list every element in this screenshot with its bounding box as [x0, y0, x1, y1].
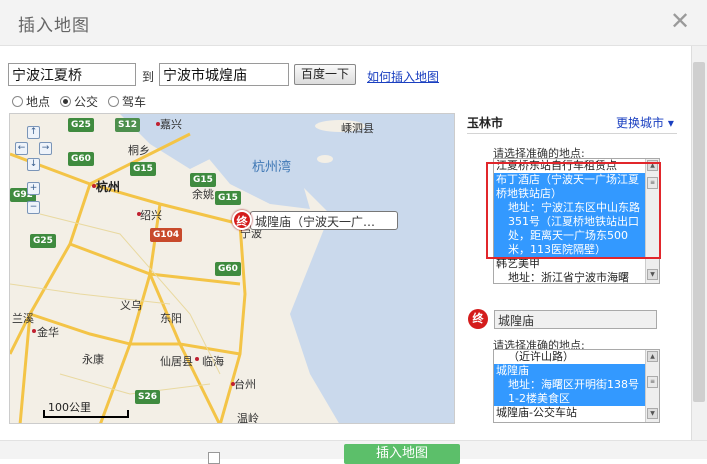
pan-up-icon[interactable]: ↑: [27, 126, 40, 139]
list-item[interactable]: 韩艺美甲: [494, 257, 646, 271]
city-dot: [137, 212, 141, 216]
option-checkbox[interactable]: [208, 452, 220, 464]
city-dot: [32, 329, 36, 333]
to-label: 到: [142, 70, 155, 84]
close-icon[interactable]: ✕: [668, 9, 692, 33]
place-label: 兰溪: [12, 312, 34, 325]
scroll-up-icon[interactable]: ▲: [647, 351, 658, 362]
dialog-header: [0, 0, 707, 46]
list-item[interactable]: 城隍庙-公交车站: [494, 406, 646, 420]
place-label: 绍兴: [140, 209, 162, 222]
list-scrollbar[interactable]: ▲ ≡ ▼: [645, 350, 659, 422]
highway-shield: S12: [115, 118, 141, 132]
list-item-address: 地址：浙江省宁波市海曙: [508, 271, 629, 284]
place-label: 杭州: [96, 180, 121, 194]
highway-shield: G15: [190, 173, 216, 187]
mode-bus-label: 公交: [74, 95, 99, 109]
place-label: 余姚: [192, 188, 214, 201]
highway-shield: G25: [68, 118, 94, 132]
place-label: 温岭: [237, 412, 259, 424]
end-field[interactable]: 城隍庙: [494, 310, 657, 329]
list-item[interactable]: 地址：海曙区开明街138号1-2楼美食区: [494, 378, 646, 406]
start-input[interactable]: [8, 63, 136, 86]
list-item[interactable]: （近许山路）: [494, 350, 646, 364]
list-item[interactable]: 地址：浙江省宁波市海曙: [494, 271, 646, 284]
end-pin-icon[interactable]: 终: [232, 210, 252, 230]
mode-place[interactable]: 地点: [12, 93, 50, 110]
radio-bus: [60, 96, 71, 107]
highway-shield: G15: [130, 162, 156, 176]
city-name: 玉林市: [467, 116, 504, 130]
end-input[interactable]: [159, 63, 289, 86]
list-item[interactable]: 城隍庙: [494, 364, 646, 378]
place-label: 仙居县: [160, 355, 193, 368]
highway-shield: S26: [135, 390, 161, 404]
callout-extra: （宁波天一广…: [291, 215, 376, 229]
pan-down-icon[interactable]: ↓: [27, 158, 40, 171]
dialog-title: 插入地图: [18, 16, 90, 36]
end-options-list[interactable]: （近许山路） 城隍庙 地址：海曙区开明街138号1-2楼美食区 城隍庙-公交车站…: [493, 349, 660, 423]
place-label: 嵊泗县: [341, 122, 374, 135]
divider: [467, 133, 677, 134]
help-link[interactable]: 如何插入地图: [367, 68, 439, 85]
scroll-thumb[interactable]: ≡: [647, 376, 658, 388]
scroll-down-icon[interactable]: ▼: [647, 408, 658, 419]
list-item-address: 地址：海曙区开明街138号1-2楼美食区: [508, 378, 639, 405]
place-label: 金华: [37, 326, 59, 339]
scroll-down-icon[interactable]: ▼: [647, 269, 658, 280]
city-dot: [195, 357, 199, 361]
radio-drive: [108, 96, 119, 107]
sea-label: 杭州湾: [252, 160, 292, 175]
mode-drive[interactable]: 驾车: [108, 93, 146, 110]
highway-shield: G25: [30, 234, 56, 248]
pan-left-icon[interactable]: ←: [15, 142, 28, 155]
end-marker-icon: 终: [468, 309, 488, 329]
city-dot: [92, 184, 96, 188]
pan-right-icon[interactable]: →: [39, 142, 52, 155]
map-callout: 城隍庙（宁波天一广…: [250, 211, 398, 230]
zoom-in-icon[interactable]: +: [27, 182, 40, 195]
city-dot: [156, 122, 160, 126]
highlight-box: [486, 162, 661, 259]
zoom-out-icon[interactable]: −: [27, 201, 40, 214]
scale-label: 100公里: [48, 401, 91, 414]
radio-place: [12, 96, 23, 107]
page-scroll-thumb[interactable]: [693, 62, 705, 402]
change-city-link[interactable]: 更换城市 ▾: [616, 114, 674, 131]
place-label: 临海: [202, 355, 224, 368]
mode-place-label: 地点: [26, 95, 51, 109]
list-item-address: （近许山路）: [508, 350, 574, 363]
mode-drive-label: 驾车: [122, 95, 147, 109]
highway-shield: G60: [68, 152, 94, 166]
callout-title: 城隍庙: [255, 215, 292, 229]
place-label: 台州: [234, 378, 256, 391]
search-button[interactable]: 百度一下: [294, 64, 356, 85]
mode-bus[interactable]: 公交: [60, 93, 98, 110]
place-label: 嘉兴: [160, 118, 182, 131]
map-view[interactable]: 杭州湾 嘉兴 嵊泗县 桐乡 杭州 绍兴 宁波 余姚 义乌 兰溪 金华 永康 东阳…: [9, 113, 455, 424]
place-label: 东阳: [160, 312, 182, 325]
place-label: 永康: [82, 353, 104, 366]
city-dot: [231, 382, 235, 386]
place-label: 桐乡: [128, 144, 150, 157]
highway-shield: G104: [150, 228, 183, 242]
highway-shield: G60: [215, 262, 241, 276]
highway-shield: G15: [215, 191, 241, 205]
place-label: 义乌: [120, 299, 142, 312]
insert-map-button[interactable]: 插入地图: [344, 444, 460, 464]
